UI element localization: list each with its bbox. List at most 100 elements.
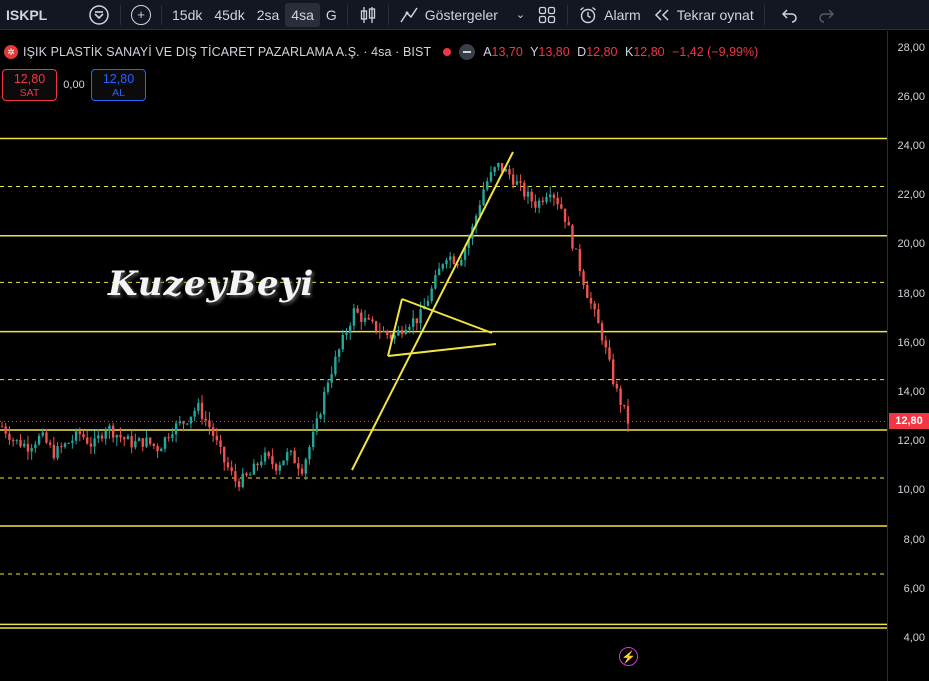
company-logo-icon: ✲ [4,45,18,59]
divider [763,4,765,25]
candle-body [182,421,185,424]
candle-body [252,463,256,475]
price-chart[interactable] [0,31,887,681]
candle-body [11,439,15,441]
candle-body [400,330,404,334]
candle-body [600,323,604,341]
candle-body [19,439,22,447]
candle-body [367,317,370,320]
candle-body [271,456,274,465]
price-tick-label: 10,00 [897,484,925,497]
trend-line [401,298,493,334]
symbol-search[interactable]: ISKPL [0,0,82,30]
chevron-down-icon: ⌄ [515,9,526,21]
candle-body [126,436,130,440]
candle-body [348,325,352,333]
divider [346,4,348,25]
top-toolbar: ISKPL + 15dk 45dk 2sa 4sa G Göstergeler … [0,0,929,30]
candle-body [241,473,244,488]
compare-icon[interactable] [82,0,116,30]
candle-body [611,359,615,384]
undo-button[interactable] [775,0,805,30]
legend-title: IŞIK PLASTİK SANAYİ VE DIŞ TİCARET PAZAR… [23,45,432,59]
sell-label: SAT [19,87,40,99]
candle-body [352,308,356,326]
candle-body [189,416,193,424]
candle-body [408,326,411,330]
divider [161,4,162,25]
alarm-clock-icon [580,6,597,23]
candle-body [311,431,315,448]
templates-button[interactable] [531,0,563,30]
close-value: 12,80 [633,45,665,59]
grid-icon [538,6,556,23]
candle-body [626,406,630,424]
candle-body [171,434,174,438]
candle-body [567,221,570,226]
indicators-label: Göstergeler [424,6,498,23]
indicators-button[interactable]: Göstergeler ⌄ [393,0,531,30]
candle-body [48,442,52,445]
interval-4sa[interactable]: 4sa [285,2,320,27]
interval-45dk[interactable]: 45dk [208,0,250,30]
lightning-icon[interactable]: ⚡ [619,647,638,666]
buy-button[interactable]: 12,80 AL [91,69,146,101]
candle-body [282,460,285,466]
candle-body [323,391,326,415]
buy-price: 12,80 [102,72,135,86]
candle-body [430,288,433,301]
candle-body [260,461,263,466]
redo-button[interactable] [811,0,841,30]
plus-icon: + [131,4,151,25]
replay-button[interactable]: Tekrar oynat [647,0,760,30]
change-value: −1,42 (−9,99%) [672,45,759,59]
candle-body [411,318,415,327]
candle-body [219,440,222,447]
candle-body [482,189,485,206]
interval-2sa[interactable]: 2sa [251,0,286,30]
candle-body [130,436,133,448]
candle-body [45,432,48,443]
candle-body [230,467,233,472]
candle-body [337,349,341,357]
candle-body [419,309,422,324]
price-tick-label: 12,00 [897,435,925,448]
hide-legend-icon[interactable] [459,44,476,60]
interval-15dk[interactable]: 15dk [166,0,208,30]
candle-body [326,382,330,392]
candle-body [85,437,89,444]
candle-body [582,271,585,286]
price-tick-label: 26,00 [897,90,925,103]
candle-body [248,474,252,476]
candle-body [552,194,556,198]
price-axis[interactable]: 28,00 26,00 24,00 22,00 20,00 18,00 16,00 14,00… [887,31,929,681]
candle-body [26,443,30,452]
candle-body [571,225,574,249]
sell-button[interactable]: 12,80 SAT [2,69,57,101]
indicators-icon [400,7,418,22]
symbol-legend: ✲ IŞIK PLASTİK SANAYİ VE DIŞ TİCARET PAZ… [4,44,762,60]
candle-body [286,452,289,461]
candle-body [586,285,589,298]
candle-body [186,423,189,425]
interval-g[interactable]: G [320,0,343,30]
chart-type-button[interactable] [352,0,384,30]
candle-body [263,452,267,462]
chart-pane[interactable] [0,31,887,681]
price-tick-label: 24,00 [897,139,925,152]
candle-body [23,443,26,447]
candle-body [537,200,541,208]
candle-body [245,473,248,476]
candle-body [441,264,444,269]
candle-body [200,402,204,419]
candle-body [111,425,115,438]
candle-body [523,182,526,197]
add-symbol-button[interactable]: + [125,0,157,30]
alarm-button[interactable]: Alarm [572,0,647,30]
candle-body [108,425,111,431]
price-tick-label: 14,00 [897,385,925,398]
candle-body [330,374,333,383]
ohlc-values: A13,70 Y13,80 D12,80 K12,80 −1,42 (−9,99… [483,45,762,59]
price-tick-label: 4,00 [903,631,925,644]
divider [567,4,569,25]
